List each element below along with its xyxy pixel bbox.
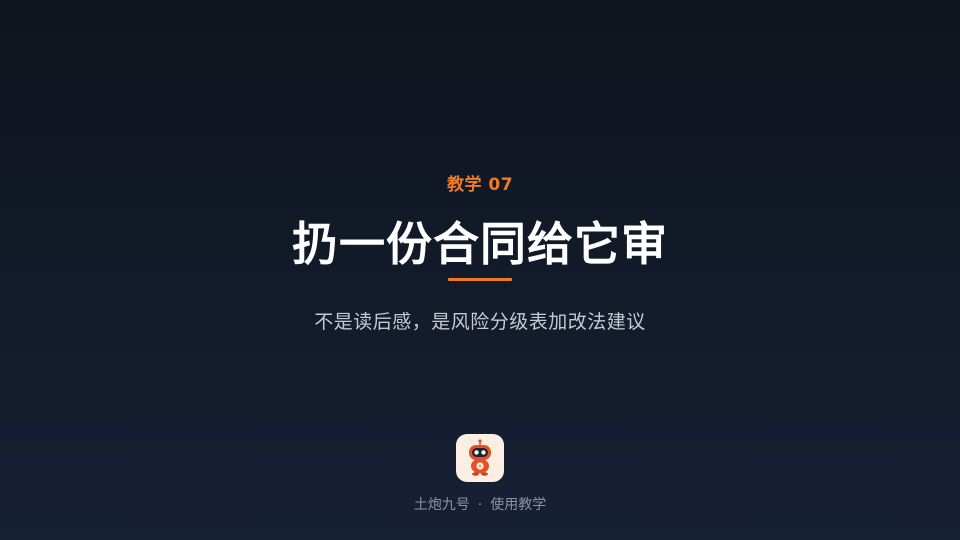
page-subtitle: 不是读后感，是风险分级表加改法建议 bbox=[314, 311, 646, 333]
brand-name: 土炮九号 bbox=[413, 497, 470, 513]
separator-dot: · bbox=[477, 497, 483, 513]
page-title: 扔一份合同给它审 bbox=[292, 217, 668, 271]
lesson-number-label: 教学 07 bbox=[446, 175, 514, 195]
title-slide: 教学 07 扔一份合同给它审 不是读后感，是风险分级表加改法建议 土炮九号 · 使用… bbox=[0, 0, 960, 540]
title-underline-divider bbox=[448, 278, 512, 281]
section-name: 使用教学 bbox=[490, 497, 547, 513]
footer-caption: 土炮九号 · 使用教学 bbox=[0, 494, 960, 514]
robot-mascot-icon bbox=[456, 434, 504, 482]
